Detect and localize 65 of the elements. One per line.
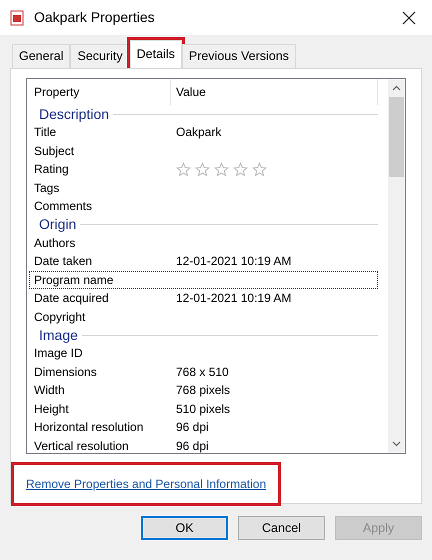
scroll-up-icon[interactable] (392, 85, 401, 91)
tab[interactable]: General (12, 44, 70, 68)
property-row[interactable]: Copyright (29, 308, 378, 326)
property-name: Comments (34, 198, 94, 216)
dialog-button[interactable]: Cancel (238, 516, 325, 540)
property-value: 96 dpi (176, 419, 209, 436)
property-value: 12-01-2021 10:19 AM (176, 290, 292, 308)
star-icon (214, 162, 229, 177)
property-row[interactable]: Height 510 pixels (29, 400, 378, 418)
dialog-button[interactable]: OK (141, 516, 228, 540)
property-name: Program name (34, 272, 114, 289)
column-header[interactable]: Value (171, 79, 378, 105)
property-row[interactable]: Rating (29, 160, 378, 178)
property-name: Title (34, 124, 58, 142)
property-row[interactable]: Authors (29, 234, 378, 252)
property-name: Height (34, 400, 70, 418)
property-name: Copyright (34, 308, 86, 326)
property-value: 768 x 510 (176, 364, 229, 381)
property-value: 12-01-2021 10:19 AM (176, 253, 292, 270)
property-row[interactable]: Vertical resolution 96 dpi (29, 436, 378, 453)
property-value: 96 dpi (176, 438, 209, 453)
property-value: 768 pixels (176, 382, 230, 400)
property-row[interactable]: Width 768 pixels (29, 381, 378, 400)
property-row[interactable]: Tags (29, 178, 378, 197)
property-row[interactable]: Image ID (29, 344, 378, 362)
property-row[interactable]: Dimensions 768 x 510 (29, 362, 378, 381)
property-row[interactable]: Date taken 12-01-2021 10:19 AM (29, 252, 378, 270)
scroll-down-icon[interactable] (392, 441, 401, 447)
property-name: Image ID (34, 345, 84, 362)
tab[interactable]: Details (130, 40, 182, 68)
tab[interactable]: Previous Versions (182, 44, 296, 68)
remove-properties-link[interactable]: Remove Properties and Personal Information (14, 465, 278, 503)
property-name: Rating (34, 161, 70, 178)
property-name: Tags (34, 180, 60, 197)
section-heading: Description (39, 104, 110, 124)
property-row[interactable]: Subject (29, 142, 378, 160)
tab[interactable]: Security (70, 44, 130, 68)
property-name: Dimensions (34, 364, 98, 381)
property-name: Vertical resolution (34, 438, 130, 453)
property-name: Subject (34, 142, 76, 160)
star-icon (195, 162, 210, 177)
section-heading: Origin (39, 215, 76, 234)
star-icon (252, 162, 267, 177)
property-row[interactable]: Program name (29, 270, 378, 289)
property-name: Horizontal resolution (34, 419, 144, 436)
scroll-thumb[interactable] (389, 97, 404, 177)
property-row[interactable]: Title Oakpark (29, 123, 378, 142)
section-heading: Image (39, 326, 78, 345)
property-row[interactable]: Horizontal resolution 96 dpi (29, 418, 378, 436)
window-title: Oakpark Properties (34, 8, 156, 27)
property-row[interactable]: Date acquired 12-01-2021 10:19 AM (29, 289, 378, 308)
column-header[interactable]: Property (29, 79, 171, 105)
star-icon (233, 162, 248, 177)
property-value: Oakpark (176, 124, 222, 142)
property-name: Date taken (34, 253, 94, 270)
star-icon (176, 162, 191, 177)
property-name: Authors (34, 234, 76, 252)
property-row[interactable]: Comments (29, 197, 378, 216)
close-icon[interactable] (402, 10, 416, 24)
property-name: Date acquired (34, 290, 110, 308)
property-value: 510 pixels (176, 400, 230, 418)
document-icon (10, 10, 24, 26)
property-name: Width (34, 382, 66, 400)
scrollbar[interactable] (388, 79, 405, 453)
rating-stars[interactable] (176, 162, 267, 177)
